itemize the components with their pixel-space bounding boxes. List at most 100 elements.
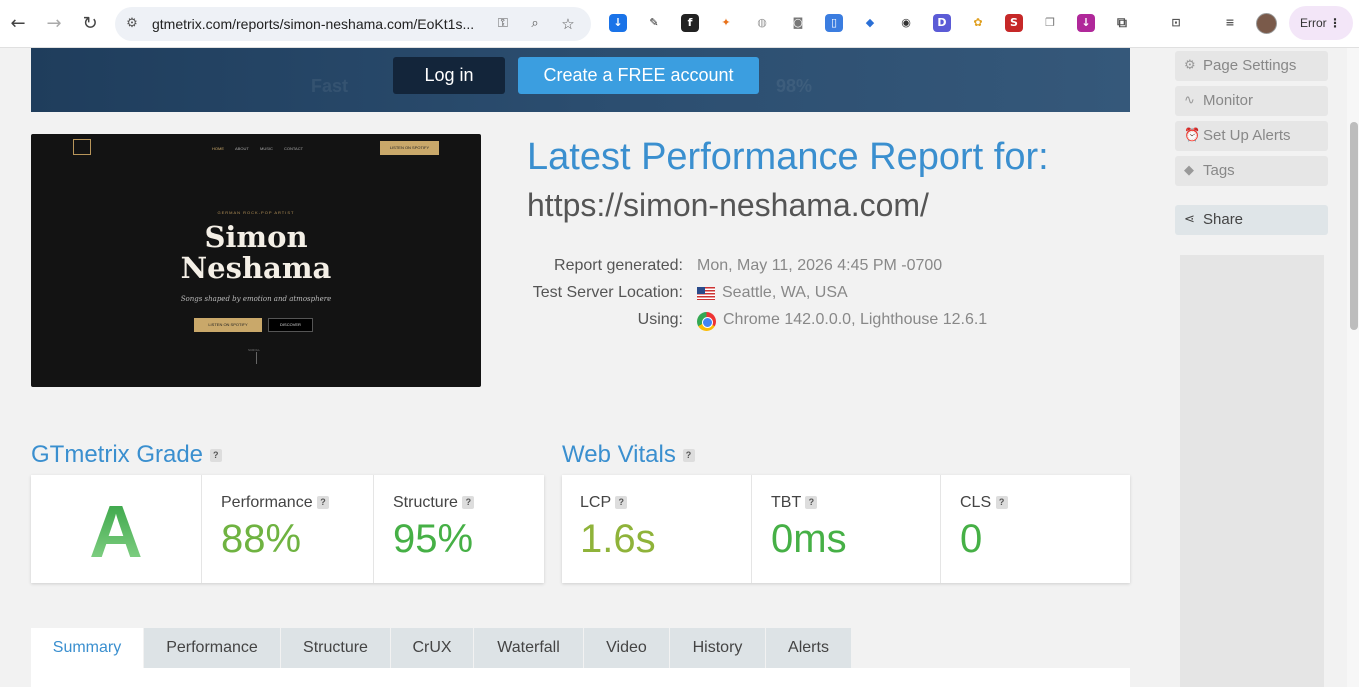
share-button[interactable]: ⋖ Share [1175,205,1328,235]
tab-alerts[interactable]: Alerts [766,628,852,668]
lcp-value: 1.6s [580,517,656,561]
extensions-puzzle-icon[interactable]: ⧉ [1113,14,1131,32]
performance-label: Performance ? [221,494,330,512]
location-extension-icon[interactable]: ◉ [897,14,915,32]
structure-label: Structure ? [393,494,475,512]
globe-extension-icon[interactable]: ◍ [753,14,771,32]
monitor-label: Monitor [1203,92,1254,109]
sidebar-ad-placeholder [1180,255,1324,687]
report-url[interactable]: https://simon-neshama.com/ [527,187,929,224]
set-up-alerts-button[interactable]: ⏰ Set Up Alerts [1175,121,1328,151]
cls-value: 0 [960,517,983,561]
d-extension-icon[interactable]: D [933,14,951,32]
web-vitals-card: LCP ? 1.6s TBT ? 0ms CLS ? 0 [562,475,1130,583]
help-icon[interactable]: ? [462,496,475,510]
using-value: Chrome 142.0.0.0, Lighthouse 12.6.1 [723,311,988,328]
thumb-name-line: Neshama [180,251,332,285]
login-button[interactable]: Log in [393,57,505,94]
profile-error-button[interactable]: Error ⋮ [1289,6,1353,40]
camera-extension-icon[interactable]: ◙ [789,14,807,32]
tbt-label: TBT ? [771,494,818,512]
download-extension-icon[interactable]: ↓ [609,14,627,32]
web-vitals-title: Web Vitals ? [562,441,695,469]
menu-kebab-icon: ⋮ [1329,16,1341,30]
video-download-extension-icon[interactable]: ↓ [1077,14,1095,32]
grade-letter: A [31,489,201,574]
thumb-nav-item: MUSIC [260,146,273,151]
structure-cell: Structure ? 95% [374,475,544,583]
tab-history[interactable]: History [670,628,766,668]
tags-label: Tags [1203,162,1235,179]
tab-video[interactable]: Video [584,628,670,668]
cls-label-text: CLS [960,494,992,511]
set-up-alerts-label: Set Up Alerts [1203,127,1291,144]
help-icon[interactable]: ? [995,496,1008,510]
avatar[interactable] [1256,13,1277,34]
report-generated-value: Mon, May 11, 2026 4:45 PM -0700 [697,257,943,274]
server-location-value: Seattle, WA, USA [722,284,848,301]
tab-search-icon[interactable]: ⊡ [1167,14,1185,32]
tab-structure[interactable]: Structure [281,628,391,668]
media-control-icon[interactable]: ≡ [1221,14,1239,32]
cls-label: CLS ? [960,494,1008,512]
site-info-icon[interactable]: ⚙ [123,15,141,33]
tab-summary[interactable]: Summary [31,628,144,668]
password-key-icon[interactable]: ⚿ [494,15,512,33]
s-extension-icon[interactable]: S [1005,14,1023,32]
site-logo [73,139,91,155]
using-label: Using: [637,311,683,328]
share-label: Share [1203,211,1244,228]
lcp-label: LCP ? [580,494,628,512]
banner-decoration: 98% [776,76,813,96]
clipboard-extension-icon[interactable]: ▯ [825,14,843,32]
help-icon[interactable]: ? [317,496,330,510]
url-text[interactable]: gtmetrix.com/reports/simon-neshama.com/E… [152,16,482,32]
tbt-value: 0ms [771,517,847,561]
page-settings-label: Page Settings [1203,57,1297,74]
lcp-label-text: LCP [580,494,611,511]
font-extension-icon[interactable]: f [681,14,699,32]
eyedropper-extension-icon[interactable]: ✎ [645,14,663,32]
monitor-button[interactable]: ∿ Monitor [1175,86,1328,116]
back-icon[interactable]: ← [6,12,30,36]
performance-value: 88% [221,517,302,561]
tag-icon: ◆ [1184,163,1194,178]
tag-extension-icon[interactable]: ◆ [861,14,879,32]
forward-icon[interactable]: → [42,12,66,36]
gtmetrix-grade-title-text: GTmetrix Grade [31,441,204,468]
tab-waterfall[interactable]: Waterfall [474,628,584,668]
thumb-scroll-label: SCROLL [248,348,261,352]
performance-cell: Performance ? 88% [202,475,374,583]
thumb-subtitle: GERMAN ROCK-POP ARTIST [217,210,295,215]
page-scrollbar-thumb[interactable] [1350,122,1358,330]
thumb-scroll-line [256,352,257,364]
tab-crux[interactable]: CrUX [391,628,474,668]
help-icon[interactable]: ? [209,449,222,463]
help-icon[interactable]: ? [805,496,818,510]
pulse-icon: ∿ [1184,93,1195,108]
wappalyzer-extension-icon[interactable]: ✦ [717,14,735,32]
bookmark-star-icon[interactable]: ☆ [559,15,577,33]
seo-extension-icon[interactable]: ✿ [969,14,987,32]
lcp-cell: LCP ? 1.6s [562,475,752,583]
signup-banner: Fast 98% Log in Create a FREE account [31,48,1130,112]
page-settings-button[interactable]: ⚙ Page Settings [1175,51,1328,81]
reload-icon[interactable]: ↻ [78,12,102,36]
create-account-button[interactable]: Create a FREE account [518,57,759,94]
gear-icon: ⚙ [1184,58,1196,73]
zoom-icon[interactable]: ⌕ [526,15,544,33]
profile-error-label: Error [1300,16,1327,30]
thumb-name-line: Simon [204,220,308,254]
tab-performance[interactable]: Performance [144,628,281,668]
cls-cell: CLS ? 0 [941,475,1130,583]
help-icon[interactable]: ? [615,496,628,510]
grade-cell: A [31,475,202,583]
us-flag-icon [697,287,715,300]
address-bar[interactable]: ⚙ gtmetrix.com/reports/simon-neshama.com… [115,7,591,41]
banner-decoration: Fast [311,76,349,96]
help-icon[interactable]: ? [682,449,695,463]
grade-card: A Performance ? 88% Structure ? 95% [31,475,544,583]
copy-extension-icon[interactable]: ❐ [1041,14,1059,32]
tags-button[interactable]: ◆ Tags [1175,156,1328,186]
tbt-label-text: TBT [771,494,801,511]
